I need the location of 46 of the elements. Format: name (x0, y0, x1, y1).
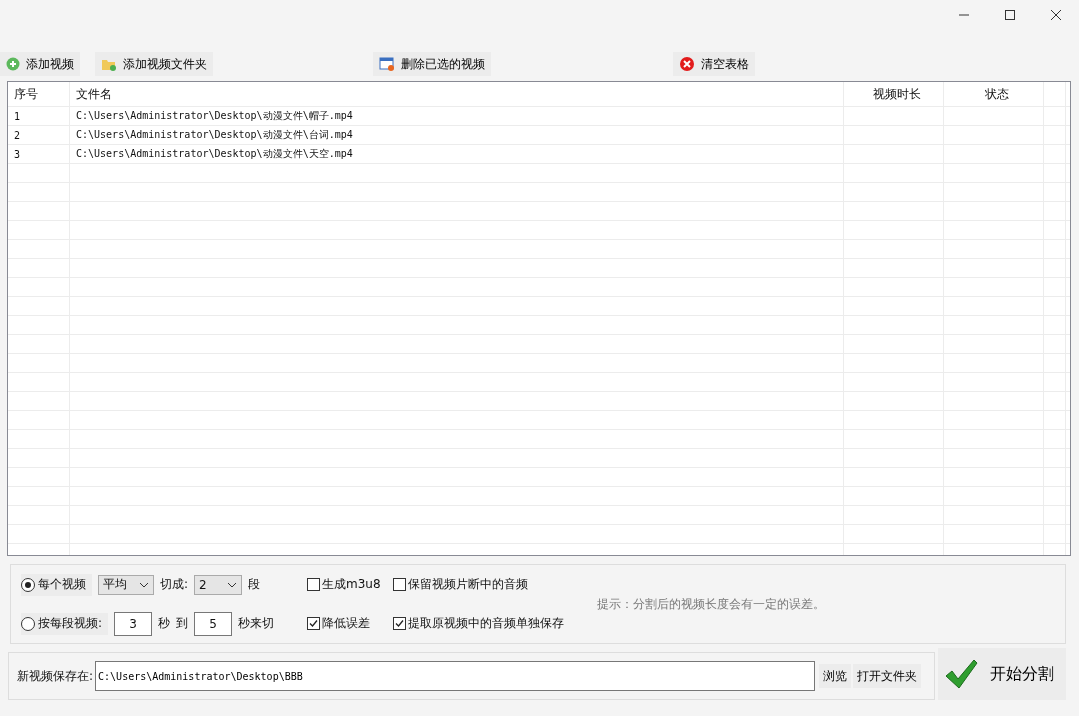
output-path-field[interactable]: C:\Users\Administrator\Desktop\BBB (95, 661, 816, 691)
radio-button[interactable]: 每个视频 (21, 573, 92, 596)
column-header[interactable]: 视频时长 (844, 82, 944, 106)
seconds-label: 秒 (158, 615, 171, 632)
close-icon (679, 56, 695, 72)
hint-text: 提示：分割后的视频长度会有一定的误差。 (596, 595, 826, 613)
open-folder-button[interactable]: 打开文件夹 (853, 664, 922, 688)
method-dropdown[interactable]: 平均 (98, 574, 154, 595)
window-icon (379, 57, 395, 71)
column-header[interactable]: 序号 (8, 82, 70, 106)
folder-icon (101, 57, 117, 71)
table-cell: 2 (8, 126, 70, 144)
cut-label: 切成: (160, 576, 189, 593)
count-dropdown[interactable]: 2 (194, 574, 243, 595)
toolbar-button[interactable]: 添加视频 (0, 52, 80, 76)
check-icon (944, 658, 978, 690)
table-cell: 1 (8, 107, 70, 125)
close-icon (1051, 10, 1061, 20)
unit-label: 段 (248, 576, 261, 593)
output-label: 新视频保存在: (17, 667, 94, 685)
caret-icon (227, 581, 238, 588)
table-cell: C:\Users\Administrator\Desktop\动漫文件\台词.mp4 (70, 126, 844, 144)
table-cell: C:\Users\Administrator\Desktop\动漫文件\帽子.mp4 (70, 107, 844, 125)
toolbar-button[interactable]: 删除已选的视频 (373, 52, 491, 76)
cut-suffix-label: 秒来切 (238, 615, 275, 632)
checkbox[interactable]: 降低误差 (307, 615, 393, 632)
browse-button[interactable]: 浏览 (819, 664, 852, 688)
end-seconds-field[interactable]: 5 (194, 611, 233, 636)
checkbox[interactable]: 保留视频片断中的音频 (393, 576, 579, 593)
column-header[interactable]: 状态 (944, 82, 1044, 106)
column-header[interactable]: 文件名 (70, 82, 844, 106)
start-button[interactable]: 开始分割 (938, 648, 1066, 700)
maximize-icon (1005, 10, 1015, 20)
checkbox[interactable]: 生成m3u8 (307, 576, 393, 593)
start-seconds-field[interactable]: 3 (114, 611, 153, 636)
toolbar-button[interactable]: 添加视频文件夹 (95, 52, 213, 76)
table-cell: C:\Users\Administrator\Desktop\动漫文件\天空.mp4 (70, 145, 844, 163)
plus-icon (6, 57, 20, 71)
table-cell: 3 (8, 145, 70, 163)
check-icon (309, 619, 318, 628)
checkbox[interactable]: 提取原视频中的音频单独保存 (393, 615, 579, 632)
to-label: 到 (176, 615, 189, 632)
caret-icon (139, 581, 149, 588)
toolbar-button[interactable]: 清空表格 (673, 52, 755, 76)
check-icon (395, 619, 404, 628)
radio-button[interactable]: 按每段视频: (21, 612, 109, 635)
